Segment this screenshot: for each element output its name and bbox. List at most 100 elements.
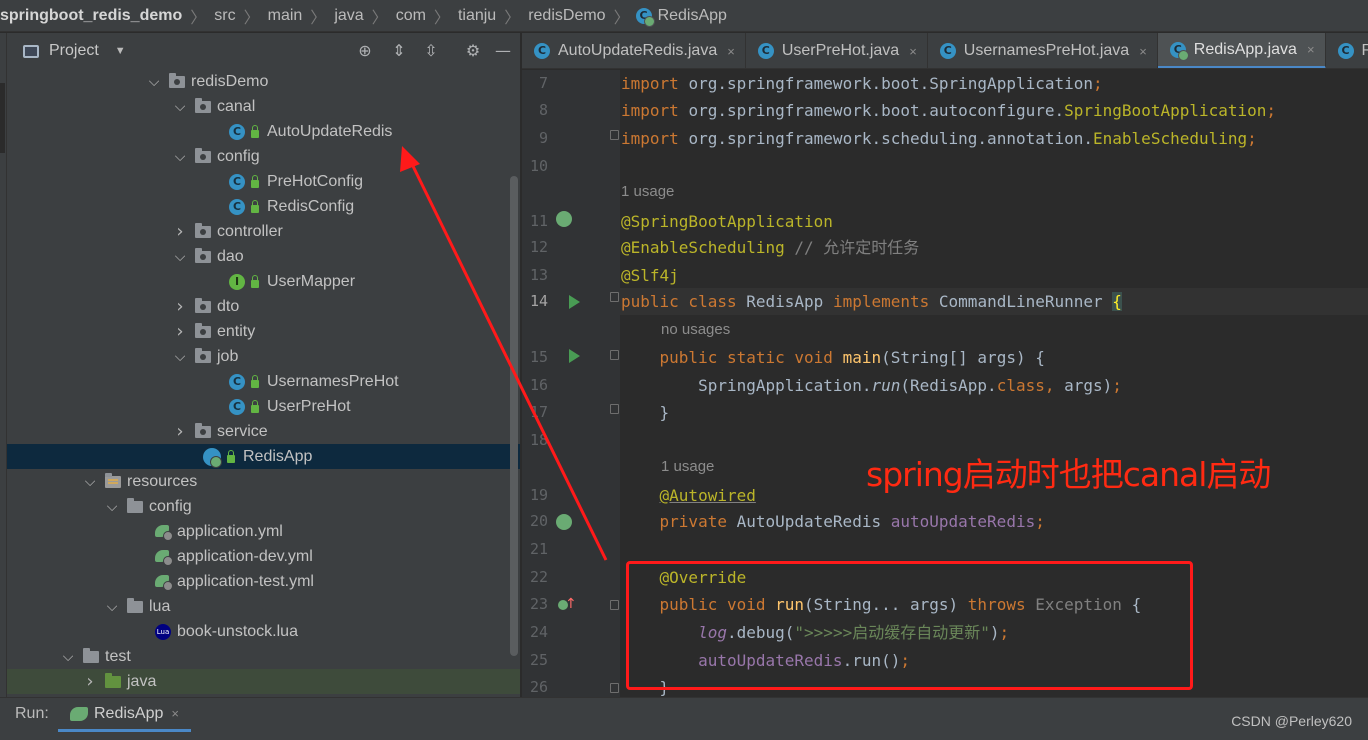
code-line[interactable]: @Override bbox=[620, 564, 1368, 591]
chevron-down-icon[interactable]: ⌵ bbox=[61, 649, 75, 665]
fold-marker-icon[interactable] bbox=[610, 404, 619, 414]
chevron-down-icon[interactable]: ⌵ bbox=[173, 349, 187, 365]
tree-node[interactable]: ⌵ resources bbox=[7, 469, 520, 494]
usages-hint[interactable]: 1 usage bbox=[661, 457, 714, 477]
tree-node[interactable]: C AutoUpdateRedis bbox=[7, 119, 520, 144]
fold-marker-icon[interactable] bbox=[610, 683, 619, 693]
tree-node[interactable]: ⌵ canal bbox=[7, 94, 520, 119]
close-icon[interactable]: × bbox=[1307, 42, 1315, 57]
run-icon[interactable] bbox=[569, 349, 580, 363]
autowired-bean-icon[interactable] bbox=[556, 514, 572, 530]
spring-bean-icon[interactable] bbox=[556, 211, 572, 227]
tree-node[interactable]: › entity bbox=[7, 319, 520, 344]
override-arrow-icon[interactable]: ↑ bbox=[565, 596, 577, 612]
usages-hint[interactable]: 1 usage bbox=[621, 182, 674, 202]
code-line[interactable] bbox=[620, 153, 1368, 180]
project-panel-title[interactable]: Project bbox=[49, 42, 99, 60]
chevron-right-icon[interactable]: › bbox=[173, 296, 187, 317]
chevron-right-icon[interactable]: › bbox=[173, 321, 187, 342]
tree-node[interactable]: ⌵ config bbox=[7, 144, 520, 169]
editor-tab[interactable]: C UserPreHot.java × bbox=[746, 33, 928, 68]
code-line[interactable]: public static void main(String[] args) { bbox=[620, 344, 1368, 371]
code-line[interactable]: autoUpdateRedis.run(); bbox=[620, 647, 1368, 674]
close-icon[interactable]: × bbox=[727, 44, 735, 59]
breadcrumb-item[interactable]: springboot_redis_demo bbox=[0, 7, 184, 25]
tree-node[interactable]: C UserPreHot bbox=[7, 394, 520, 419]
chevron-down-icon[interactable]: ⌵ bbox=[173, 249, 187, 265]
code-line[interactable]: import org.springframework.scheduling.an… bbox=[620, 125, 1368, 152]
tree-node[interactable]: C PreHotConfig bbox=[7, 169, 520, 194]
chevron-down-icon[interactable]: ⌵ bbox=[105, 499, 119, 515]
code-line[interactable]: @Slf4j bbox=[620, 262, 1368, 289]
tree-node[interactable]: ⌵ test bbox=[7, 644, 520, 669]
tree-node[interactable]: › service bbox=[7, 419, 520, 444]
collapse-all-icon[interactable]: ⇳ bbox=[419, 40, 443, 62]
breadcrumb-item[interactable]: tianju bbox=[456, 7, 498, 25]
tree-node[interactable]: C RedisConfig bbox=[7, 194, 520, 219]
locate-icon[interactable]: ⊕ bbox=[353, 40, 377, 62]
code-editor[interactable]: import org.springframework.boot.SpringAp… bbox=[620, 70, 1368, 697]
tree-node[interactable]: application-dev.yml bbox=[7, 544, 520, 569]
usages-hint[interactable]: no usages bbox=[661, 320, 730, 340]
fold-marker-icon[interactable] bbox=[610, 350, 619, 360]
code-line[interactable]: log.debug(">>>>>启动缓存自动更新"); bbox=[620, 619, 1368, 646]
tree-node[interactable]: RedisApp bbox=[7, 444, 520, 469]
tree-node[interactable]: › java bbox=[7, 669, 520, 694]
tree-node[interactable]: › controller bbox=[7, 219, 520, 244]
tree-node[interactable]: ⌵ lua bbox=[7, 594, 520, 619]
breadcrumb-item[interactable]: src bbox=[212, 7, 237, 25]
chevron-down-icon[interactable]: ⌵ bbox=[173, 149, 187, 165]
breadcrumb-item[interactable]: RedisApp bbox=[656, 7, 729, 25]
breadcrumb-item[interactable]: main bbox=[266, 7, 305, 25]
fold-marker-icon[interactable] bbox=[610, 292, 619, 302]
tree-node[interactable]: › dto bbox=[7, 294, 520, 319]
code-line[interactable]: private AutoUpdateRedis autoUpdateRedis; bbox=[620, 508, 1368, 535]
chevron-down-icon[interactable]: ▼ bbox=[115, 45, 126, 57]
code-line[interactable]: } bbox=[620, 674, 1368, 697]
code-line[interactable]: public void run(String... args) throws E… bbox=[620, 591, 1368, 618]
code-line[interactable]: SpringApplication.run(RedisApp.class, ar… bbox=[620, 372, 1368, 399]
tree-node[interactable]: ⌵ redisDemo bbox=[7, 69, 520, 94]
run-icon[interactable] bbox=[569, 295, 580, 309]
chevron-right-icon[interactable]: › bbox=[173, 421, 187, 442]
tree-node[interactable]: ⌵ job bbox=[7, 344, 520, 369]
left-tool-stripe[interactable] bbox=[0, 33, 7, 697]
code-line[interactable]: } bbox=[620, 399, 1368, 426]
project-stripe-button[interactable] bbox=[0, 83, 5, 153]
tree-node[interactable]: ⌵ config bbox=[7, 494, 520, 519]
tree-node[interactable]: Lua book-unstock.lua bbox=[7, 619, 520, 644]
code-line[interactable] bbox=[620, 536, 1368, 563]
expand-all-icon[interactable]: ⇕ bbox=[387, 40, 411, 62]
code-line[interactable]: @EnableScheduling // 允许定时任务 bbox=[620, 234, 1368, 261]
chevron-right-icon[interactable]: › bbox=[173, 221, 187, 242]
code-line[interactable]: @Autowired bbox=[620, 482, 1368, 509]
tree-node[interactable]: application.yml bbox=[7, 519, 520, 544]
chevron-down-icon[interactable]: ⌵ bbox=[147, 74, 161, 90]
editor-tab[interactable]: C AutoUpdateRedis.java × bbox=[522, 33, 746, 68]
gear-icon[interactable]: ⚙ bbox=[461, 40, 485, 62]
close-icon[interactable]: × bbox=[171, 706, 179, 721]
breadcrumb-item[interactable]: com bbox=[394, 7, 428, 25]
chevron-right-icon[interactable]: › bbox=[83, 671, 97, 692]
chevron-down-icon[interactable]: ⌵ bbox=[83, 474, 97, 490]
chevron-down-icon[interactable]: ⌵ bbox=[105, 599, 119, 615]
fold-marker-icon[interactable] bbox=[610, 130, 619, 140]
breadcrumb-item[interactable]: java bbox=[332, 7, 365, 25]
hide-icon[interactable]: — bbox=[491, 40, 515, 62]
code-line[interactable]: import org.springframework.boot.SpringAp… bbox=[620, 70, 1368, 97]
run-tab-redisapp[interactable]: RedisApp × bbox=[58, 698, 191, 732]
code-line[interactable]: @SpringBootApplication bbox=[620, 208, 1368, 235]
fold-marker-icon[interactable] bbox=[610, 600, 619, 610]
editor-tab[interactable]: C UsernamesPreHot.java × bbox=[928, 33, 1158, 68]
tree-node[interactable]: application-test.yml bbox=[7, 569, 520, 594]
project-scrollbar[interactable] bbox=[510, 176, 518, 656]
code-line[interactable]: import org.springframework.boot.autoconf… bbox=[620, 97, 1368, 124]
editor-tab[interactable]: C RedisApp.java × bbox=[1157, 33, 1326, 68]
tree-node[interactable]: C UsernamesPreHot bbox=[7, 369, 520, 394]
tree-node[interactable]: ⌵ dao bbox=[7, 244, 520, 269]
code-line[interactable]: public class RedisApp implements Command… bbox=[620, 288, 1368, 315]
chevron-down-icon[interactable]: ⌵ bbox=[173, 99, 187, 115]
code-line[interactable] bbox=[620, 427, 1368, 454]
editor-tab[interactable]: C Re bbox=[1326, 33, 1368, 68]
breadcrumb-item[interactable]: redisDemo bbox=[526, 7, 607, 25]
